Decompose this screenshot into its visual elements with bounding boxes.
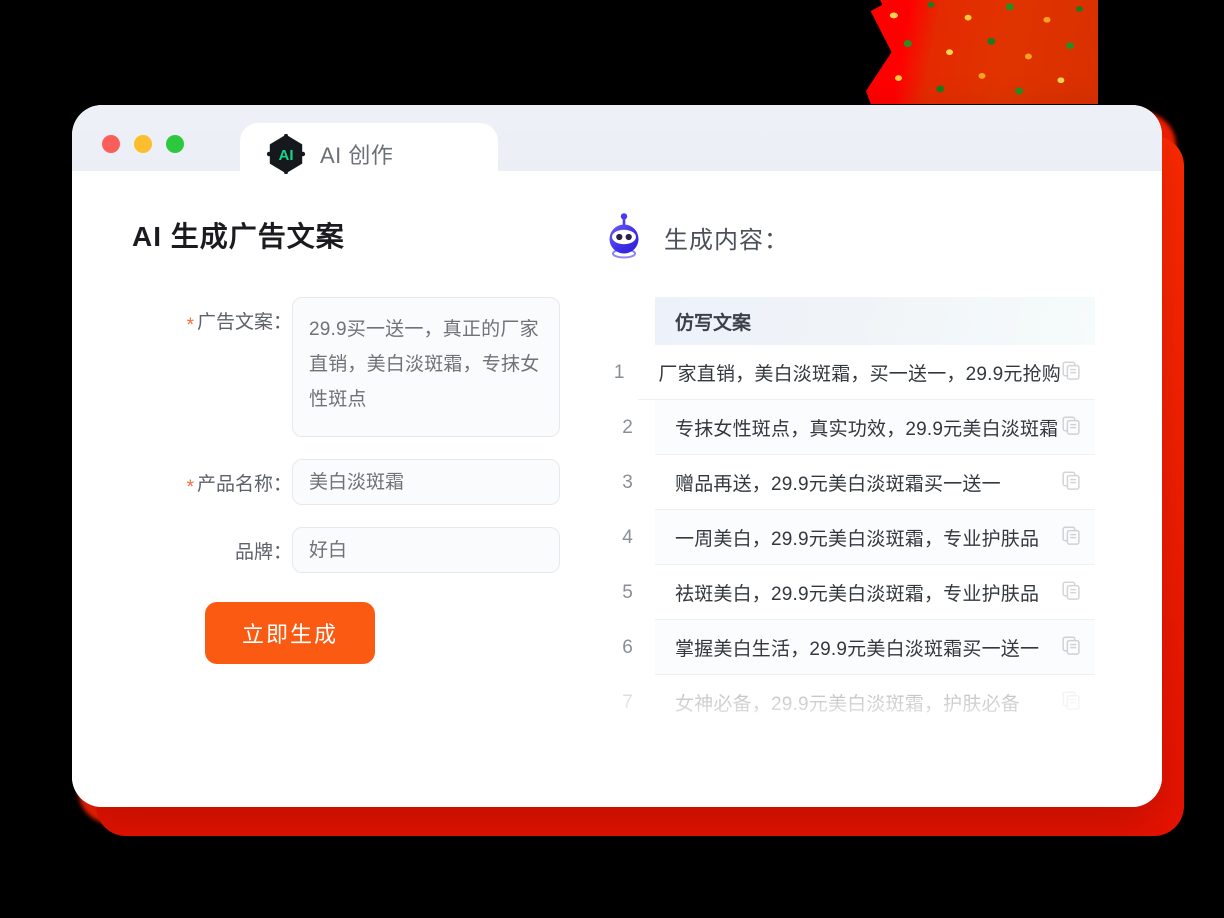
- field-label-brand: 品牌：: [234, 542, 292, 563]
- tab-label: AI 创作: [320, 143, 394, 168]
- row-text: 赠品再送，29.9元美白淡斑霜买一送一: [675, 473, 1001, 495]
- ad-copy-form: * 广告文案： 29.9买一送一，真正的厂家直销，美白淡斑霜，专抹女性斑点 * 产品…: [132, 297, 592, 573]
- field-row-product-name: * 产品名称： 美白淡斑霜: [132, 459, 592, 505]
- row-text: 专抹女性斑点，真实功效，29.9元美白淡斑霜: [675, 418, 1059, 440]
- results-table-wrapper: 仿写文案 1 厂家直销，美白淡斑霜，买一送一，29.9元抢购 2 专抹女性斑点，真实功…: [600, 297, 1095, 756]
- screenshot-root: AI AI 创作 AI 生成广告文案 * 广告文案： 29.9买一送一，真正的厂家…: [0, 0, 1224, 918]
- decorative-texture-block: [866, 0, 1098, 104]
- copy-icon[interactable]: [1061, 470, 1081, 495]
- row-index: 5: [622, 581, 633, 603]
- row-body: 女神必备，29.9元美白淡斑霜，护肤必备: [655, 675, 1095, 730]
- row-body: 祛斑美白，29.9元美白淡斑霜，专业护肤品: [655, 565, 1095, 620]
- row-text: 掌握美白生活，29.9元美白淡斑霜买一送一: [675, 638, 1040, 660]
- table-header-row: 仿写文案: [655, 297, 1095, 345]
- required-asterisk-icon: *: [186, 477, 194, 498]
- copy-icon[interactable]: [1061, 635, 1081, 660]
- table-header-cell-copy: 仿写文案: [675, 312, 752, 334]
- traffic-light-controls: [102, 135, 184, 153]
- row-index: 3: [622, 471, 633, 493]
- generate-button[interactable]: 立即生成: [205, 602, 375, 664]
- field-row-ad-copy: * 广告文案： 29.9买一送一，真正的厂家直销，美白淡斑霜，专抹女性斑点: [132, 297, 592, 437]
- table-row: 6 掌握美白生活，29.9元美白淡斑霜买一送一: [600, 620, 1095, 675]
- row-text: 一周美白，29.9元美白淡斑霜，专业护肤品: [675, 528, 1040, 550]
- table-row: 5 祛斑美白，29.9元美白淡斑霜，专业护肤品: [600, 565, 1095, 620]
- copy-icon[interactable]: [1061, 525, 1081, 550]
- row-index: 6: [622, 636, 633, 658]
- copy-icon[interactable]: [1061, 690, 1081, 715]
- table-row: 7 女神必备，29.9元美白淡斑霜，护肤必备: [600, 675, 1095, 730]
- required-asterisk-icon: *: [186, 315, 194, 336]
- row-body: 专抹女性斑点，真实功效，29.9元美白淡斑霜: [655, 400, 1095, 455]
- row-text: 厂家直销，美白淡斑霜，买一送一，29.9元抢购: [658, 363, 1061, 385]
- field-row-brand: 品牌： 好白: [132, 527, 592, 573]
- product-name-input[interactable]: 美白淡斑霜: [292, 459, 560, 505]
- field-label-ad-copy: * 广告文案：: [186, 312, 292, 336]
- window-body: AI 生成广告文案 * 广告文案： 29.9买一送一，真正的厂家直销，美白淡斑霜，…: [72, 185, 1162, 807]
- results-header: 生成内容：: [602, 213, 1162, 261]
- row-text: 女神必备，29.9元美白淡斑霜，护肤必备: [675, 693, 1020, 715]
- ai-hexagon-logo-icon: AI: [266, 134, 306, 174]
- robot-head-icon: [609, 213, 639, 259]
- table-row: 3 赠品再送，29.9元美白淡斑霜买一送一: [600, 455, 1095, 510]
- app-window: AI AI 创作 AI 生成广告文案 * 广告文案： 29.9买一送一，真正的厂家…: [72, 105, 1162, 807]
- field-label-product-name: * 产品名称：: [186, 474, 292, 498]
- table-row: 2 专抹女性斑点，真实功效，29.9元美白淡斑霜: [600, 400, 1095, 455]
- row-index: 2: [622, 416, 633, 438]
- row-index: 4: [622, 526, 633, 548]
- row-body: 一周美白，29.9元美白淡斑霜，专业护肤品: [655, 510, 1095, 565]
- maximize-window-icon[interactable]: [166, 135, 184, 153]
- copy-icon[interactable]: [1061, 580, 1081, 605]
- window-titlebar: AI AI 创作: [72, 105, 1162, 185]
- copy-icon[interactable]: [1061, 360, 1081, 385]
- form-panel: AI 生成广告文案 * 广告文案： 29.9买一送一，真正的厂家直销，美白淡斑霜，…: [72, 207, 592, 807]
- svg-text:AI: AI: [279, 147, 294, 164]
- table-row: 1 厂家直销，美白淡斑霜，买一送一，29.9元抢购: [600, 345, 1095, 400]
- row-body: 掌握美白生活，29.9元美白淡斑霜买一送一: [655, 620, 1095, 675]
- tab-ai-creation[interactable]: AI AI 创作: [240, 123, 498, 185]
- row-text: 祛斑美白，29.9元美白淡斑霜，专业护肤品: [675, 583, 1040, 605]
- results-title: 生成内容：: [664, 226, 789, 254]
- row-index: 7: [622, 691, 633, 713]
- row-index: 1: [613, 361, 625, 383]
- row-body: 厂家直销，美白淡斑霜，买一送一，29.9元抢购: [638, 345, 1095, 400]
- copy-icon[interactable]: [1061, 415, 1081, 440]
- ad-copy-textarea[interactable]: 29.9买一送一，真正的厂家直销，美白淡斑霜，专抹女性斑点: [292, 297, 560, 437]
- row-body: 赠品再送，29.9元美白淡斑霜买一送一: [655, 455, 1095, 510]
- close-window-icon[interactable]: [102, 135, 120, 153]
- results-panel: 生成内容： 仿写文案 1 厂家直销，美白淡斑霜，买一送一，29.9元抢购 2 专抹女性…: [592, 207, 1162, 807]
- table-row: 4 一周美白，29.9元美白淡斑霜，专业护肤品: [600, 510, 1095, 565]
- brand-input[interactable]: 好白: [292, 527, 560, 573]
- minimize-window-icon[interactable]: [134, 135, 152, 153]
- table-body: 1 厂家直销，美白淡斑霜，买一送一，29.9元抢购 2 专抹女性斑点，真实功效，29.…: [600, 345, 1095, 730]
- page-title: AI 生成广告文案: [132, 221, 345, 252]
